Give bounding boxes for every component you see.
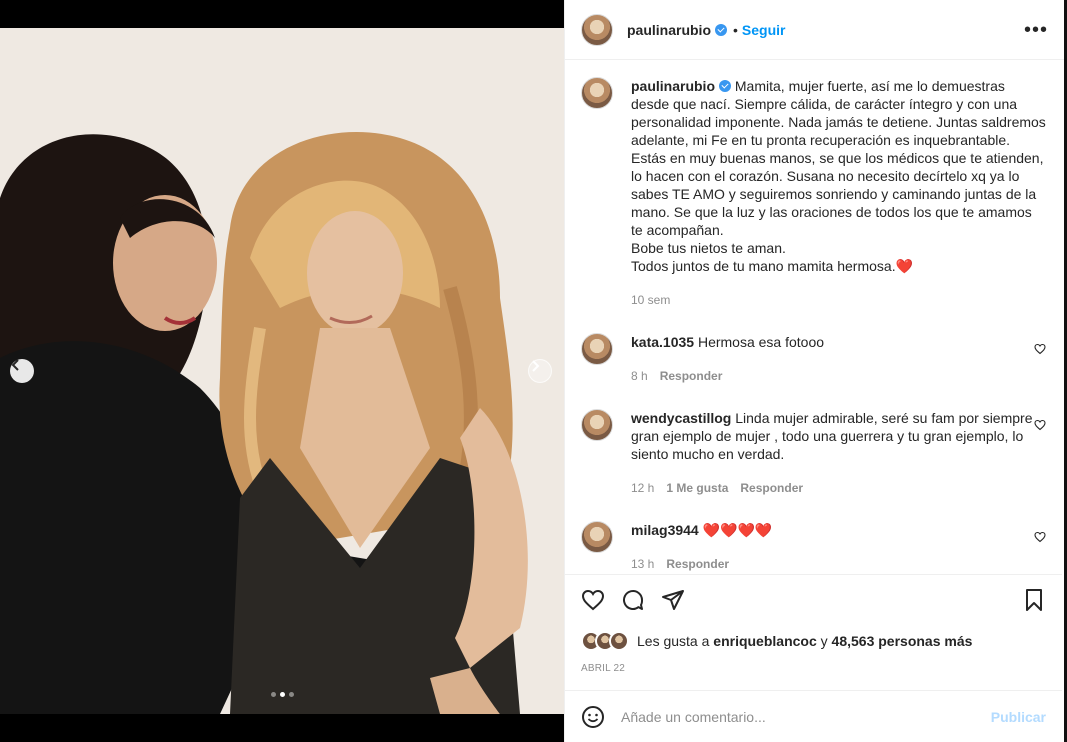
publish-button[interactable]: Publicar [991, 709, 1046, 725]
follow-button[interactable]: Seguir [742, 22, 786, 38]
caption-meta: 10 sem [631, 291, 1046, 309]
separator-dot: • [733, 21, 738, 38]
comment-text: wendycastillog Linda mujer admirable, se… [631, 409, 1046, 463]
instagram-post-view: paulinarubio • Seguir ••• paulinarubio M… [0, 0, 1067, 742]
chevron-left-icon [11, 359, 19, 371]
comment-text: kata.1035 Hermosa esa fotooo [631, 333, 1046, 351]
verified-badge-icon [715, 23, 727, 36]
post-details-panel: paulinarubio • Seguir ••• paulinarubio M… [564, 0, 1064, 742]
emoji-icon[interactable] [581, 705, 605, 729]
likes-summary: Les gusta a enriqueblancoc y 48,563 pers… [581, 631, 1046, 651]
post-header: paulinarubio • Seguir ••• [565, 0, 1064, 60]
comment-like-icon[interactable] [1034, 419, 1046, 431]
post-photo [0, 28, 564, 714]
comment-content: ❤️❤️❤️❤️ [702, 522, 773, 538]
caption-text: paulinarubio Mamita, mujer fuerte, así m… [631, 77, 1046, 275]
comment-item: kata.1035 Hermosa esa fotooo 8 h Respond… [581, 333, 1046, 385]
post-actions: Les gusta a enriqueblancoc y 48,563 pers… [565, 574, 1062, 674]
caption-body: paulinarubio Mamita, mujer fuerte, así m… [631, 77, 1046, 309]
comment-timestamp[interactable]: 13 h [631, 555, 654, 573]
commenter-avatar[interactable] [581, 521, 613, 553]
caption-author-avatar[interactable] [581, 77, 613, 109]
comment-timestamp[interactable]: 12 h [631, 479, 654, 497]
comment-body: milag3944 ❤️❤️❤️❤️ 13 h Responder [631, 521, 1046, 573]
comments-list[interactable]: paulinarubio Mamita, mujer fuerte, así m… [565, 61, 1062, 573]
comment-likes[interactable]: 1 Me gusta [666, 479, 728, 497]
comment-meta: 8 h Responder [631, 367, 1046, 385]
more-options-icon[interactable]: ••• [1024, 20, 1048, 40]
comment-body: wendycastillog Linda mujer admirable, se… [631, 409, 1046, 497]
carousel-dot [270, 692, 276, 697]
reply-button[interactable]: Responder [740, 479, 803, 497]
post-date[interactable]: ABRIL 22 [581, 663, 1046, 674]
action-bar [581, 587, 1046, 613]
caption-author[interactable]: paulinarubio [631, 78, 715, 94]
verified-badge-icon [719, 80, 731, 92]
liker-avatars [581, 631, 629, 651]
carousel-indicator [0, 692, 564, 697]
comment-item: milag3944 ❤️❤️❤️❤️ 13 h Responder [581, 521, 1046, 573]
comment-body: kata.1035 Hermosa esa fotooo 8 h Respond… [631, 333, 1046, 385]
author-avatar[interactable] [581, 13, 613, 46]
reply-button[interactable]: Responder [666, 555, 729, 573]
commenter-username[interactable]: wendycastillog [631, 410, 731, 426]
heart-icon[interactable] [581, 588, 605, 612]
comment-container: kata.1035 Hermosa esa fotooo 8 h Respond… [581, 333, 1046, 573]
chevron-right-icon [532, 360, 540, 372]
likes-prefix: Les gusta a [637, 633, 710, 649]
reply-button[interactable]: Responder [660, 367, 723, 385]
liker-username[interactable]: enriqueblancoc [713, 633, 816, 649]
bookmark-icon[interactable] [1022, 588, 1046, 612]
comment-timestamp[interactable]: 8 h [631, 367, 648, 385]
likes-conjunction: y [820, 633, 828, 649]
carousel-next-button[interactable] [528, 359, 552, 383]
likes-count[interactable]: 48,563 personas más [832, 633, 973, 649]
carousel-dot [288, 692, 294, 697]
carousel-dot [279, 692, 285, 697]
carousel-prev-button[interactable] [10, 359, 34, 383]
commenter-avatar[interactable] [581, 333, 613, 365]
share-icon[interactable] [661, 588, 685, 612]
comment-text: milag3944 ❤️❤️❤️❤️ [631, 521, 1046, 539]
liker-avatar[interactable] [609, 631, 629, 651]
comment-meta: 12 h 1 Me gusta Responder [631, 479, 1046, 497]
comment-like-icon[interactable] [1034, 343, 1046, 355]
author-name-wrap: paulinarubio [627, 22, 727, 38]
comment-content: Hermosa esa fotooo [697, 334, 825, 350]
post-photo-illustration [0, 28, 564, 714]
add-comment-bar: Publicar [565, 690, 1062, 742]
author-username[interactable]: paulinarubio [627, 22, 711, 38]
caption-content: Mamita, mujer fuerte, así me lo demuestr… [631, 78, 1046, 274]
comment-meta: 13 h Responder [631, 555, 1046, 573]
comment-like-icon[interactable] [1034, 531, 1046, 543]
caption: paulinarubio Mamita, mujer fuerte, así m… [581, 77, 1046, 309]
commenter-avatar[interactable] [581, 409, 613, 441]
commenter-username[interactable]: milag3944 [631, 522, 699, 538]
caption-timestamp[interactable]: 10 sem [631, 291, 670, 309]
commenter-username[interactable]: kata.1035 [631, 334, 694, 350]
comment-item: wendycastillog Linda mujer admirable, se… [581, 409, 1046, 497]
comment-icon[interactable] [621, 588, 645, 612]
comment-input[interactable] [621, 708, 991, 725]
